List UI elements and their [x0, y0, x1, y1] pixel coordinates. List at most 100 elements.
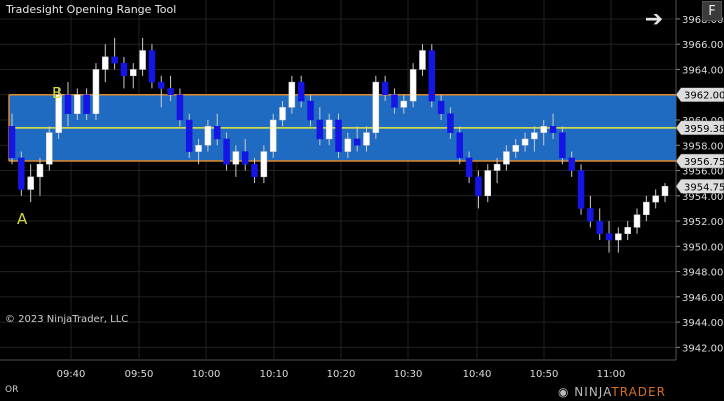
y-tick-label: 3958.00 [682, 141, 723, 152]
label-a: A [17, 210, 28, 228]
candle-body [316, 119, 324, 140]
candle-body [363, 132, 370, 146]
x-tick-label: 10:20 [327, 369, 356, 380]
window-title: Tradesight Opening Range Tool [6, 3, 177, 16]
candle-body [512, 145, 519, 152]
range-low-marker: 3956.75 [684, 157, 724, 168]
candle-body [587, 208, 594, 222]
candle-body [36, 163, 44, 178]
candle-body [559, 132, 566, 159]
candle-body [484, 170, 492, 197]
label-b: B [52, 84, 63, 102]
candle-body [27, 176, 34, 190]
candle-body [307, 100, 314, 121]
x-tick-label: 10:30 [394, 369, 423, 380]
candle-body [372, 81, 380, 133]
x-tick-label: 09:50 [125, 369, 154, 380]
candle-body [344, 138, 352, 152]
indicator-label: OR [5, 385, 19, 395]
candle-body [111, 56, 118, 64]
candle-body [167, 88, 174, 95]
candle-body [503, 151, 510, 165]
candle-body [409, 69, 417, 102]
candle-body [652, 195, 659, 203]
price-chart[interactable]: 3968.003966.003964.003962.003960.003958.… [0, 0, 724, 401]
candle-body [465, 157, 473, 178]
x-tick-label: 10:10 [260, 369, 289, 380]
range-high-marker: 3962.00 [684, 91, 724, 102]
y-tick-label: 3942.00 [682, 343, 723, 354]
candle-body [381, 81, 389, 95]
candle-body [456, 132, 464, 159]
candle-body [241, 151, 249, 165]
candle-body [633, 214, 641, 228]
candle-body [391, 94, 398, 108]
logo-part1: NINJA [574, 385, 612, 399]
candle-body [325, 119, 333, 140]
arrow-right-icon[interactable]: ➔ [640, 8, 668, 32]
candle-body [540, 126, 547, 133]
y-tick-label: 3948.00 [682, 268, 723, 279]
candle-body [148, 50, 156, 83]
candle-body [643, 201, 650, 215]
y-tick-label: 3964.00 [682, 65, 723, 76]
candle-body [577, 170, 585, 209]
candle-body [447, 113, 454, 133]
y-tick-label: 3944.00 [682, 318, 723, 329]
candle-body [204, 126, 212, 146]
y-tick-label: 3952.00 [682, 217, 723, 228]
candle-body [353, 138, 361, 146]
candle-body [18, 157, 25, 190]
candle-body [549, 126, 557, 133]
candle-body [624, 227, 631, 234]
candle-body [475, 176, 482, 197]
candle-body [400, 100, 408, 108]
candle-body [605, 233, 613, 241]
candle-body [568, 157, 575, 171]
candle-body [596, 220, 603, 234]
candle-body [158, 81, 165, 89]
candle-body [185, 119, 193, 152]
candle-body [521, 138, 529, 146]
candle-body [139, 50, 146, 70]
candle-body [269, 119, 277, 152]
candle-body [195, 145, 202, 152]
candle-body [279, 107, 286, 121]
candle-body [213, 126, 221, 140]
copyright-text: © 2023 NinjaTrader, LLC [5, 314, 129, 325]
candle-body [83, 94, 90, 114]
candle-body [92, 69, 100, 114]
candle-body [419, 50, 426, 70]
candle-body [661, 186, 669, 197]
x-tick-label: 09:40 [57, 369, 86, 380]
y-tick-label: 3966.00 [682, 40, 723, 51]
ninjatrader-logo: ◉ NINJATRADER [558, 385, 666, 399]
candle-body [176, 94, 184, 121]
candle-body [428, 50, 436, 102]
candle-body [297, 81, 305, 102]
candle-body [335, 119, 342, 152]
range-mid-marker: 3959.38 [684, 124, 724, 135]
candle-body [64, 94, 72, 114]
x-tick-label: 10:40 [463, 369, 492, 380]
candle-body [223, 138, 230, 165]
x-tick-label: 10:50 [530, 369, 559, 380]
candle-body [74, 94, 81, 114]
candle-body [120, 62, 128, 77]
candle-body [493, 163, 501, 171]
f-button[interactable]: F [702, 1, 722, 21]
x-tick-label: 10:00 [192, 369, 221, 380]
candle-body [260, 151, 268, 178]
last-price-marker: 3954.75 [684, 182, 724, 193]
logo-part2: TRADER [611, 385, 666, 399]
y-tick-label: 3946.00 [682, 293, 723, 304]
candle-body [615, 233, 622, 241]
candle-body [251, 163, 258, 178]
candle-body [8, 126, 16, 159]
candle-body [437, 100, 445, 114]
candle-body [130, 69, 137, 77]
candle-body [288, 81, 296, 108]
candle-body [232, 151, 240, 165]
candle-body [531, 132, 538, 140]
candle-body [46, 132, 53, 165]
